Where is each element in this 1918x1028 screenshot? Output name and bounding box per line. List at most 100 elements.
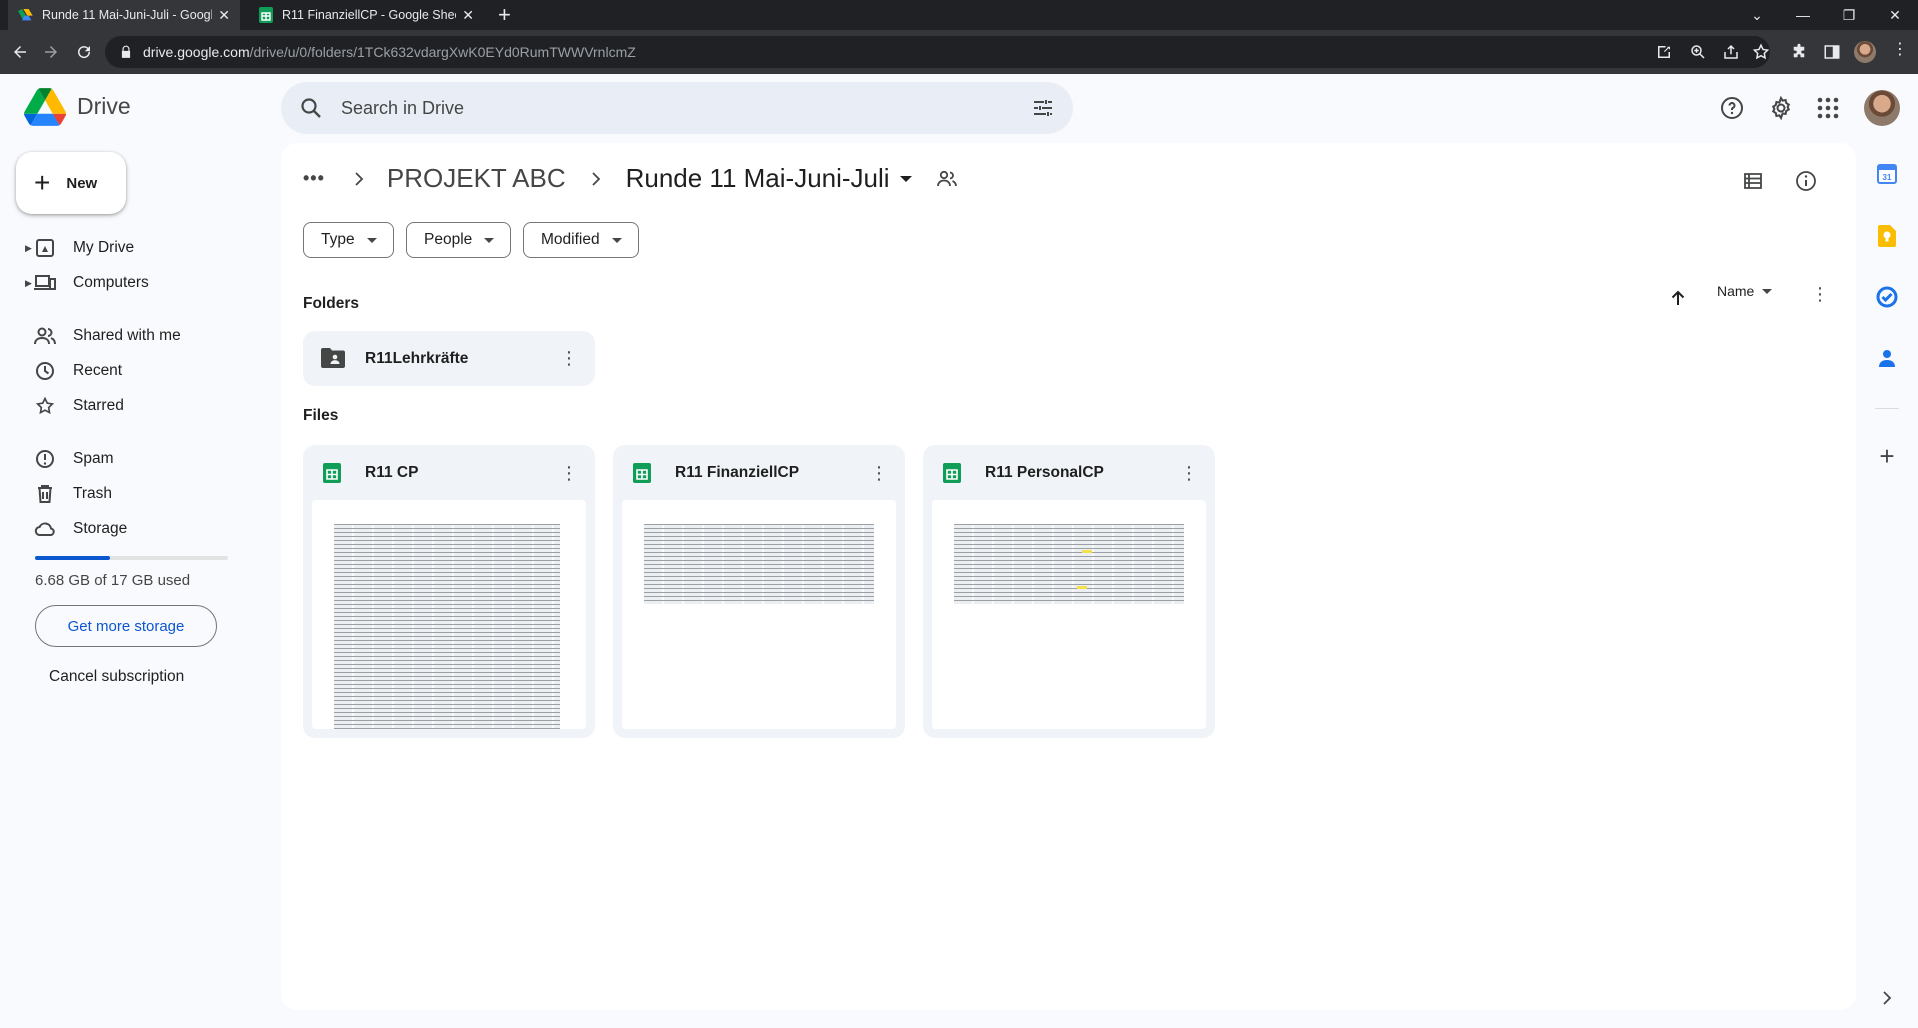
- share-icon[interactable]: [1722, 43, 1740, 61]
- spreadsheet-preview: [334, 524, 560, 729]
- tab-search-icon[interactable]: ⌄: [1734, 0, 1780, 30]
- svg-text:31: 31: [1883, 173, 1892, 182]
- people-filter-chip[interactable]: People: [406, 222, 512, 258]
- sort-direction-arrow-icon[interactable]: [1669, 289, 1687, 307]
- type-filter-chip[interactable]: Type: [303, 222, 394, 258]
- file-name: R11 PersonalCP: [985, 464, 1104, 481]
- folder-more-options-icon[interactable]: ⋮: [557, 346, 581, 370]
- get-more-storage-button[interactable]: Get more storage: [35, 605, 217, 647]
- storage-used-text: 6.68 GB of 17 GB used: [35, 572, 191, 589]
- modified-filter-chip[interactable]: Modified: [523, 222, 639, 258]
- sidebar-item-storage[interactable]: Storage: [0, 513, 270, 545]
- expand-caret-icon[interactable]: ▶: [25, 243, 32, 254]
- dropdown-caret-icon: [484, 237, 495, 243]
- sheets-icon: [633, 463, 651, 483]
- back-icon[interactable]: [6, 38, 34, 66]
- close-tab-icon[interactable]: ✕: [218, 7, 230, 24]
- shared-folder-people-icon[interactable]: [936, 169, 958, 189]
- new-tab-icon[interactable]: +: [498, 2, 511, 28]
- storage-meter-fill: [35, 556, 111, 560]
- browser-tab-sheets[interactable]: R11 FinanziellCP - Google Sheet ✕: [248, 0, 484, 30]
- list-view-icon[interactable]: [1743, 171, 1763, 191]
- shared-icon: [34, 325, 56, 347]
- sidebar-item-label: Computers: [73, 274, 149, 291]
- spam-icon: [34, 448, 56, 470]
- file-card[interactable]: R11 CP ⋮: [303, 445, 595, 738]
- account-avatar[interactable]: [1864, 90, 1900, 126]
- more-options-icon[interactable]: ⋮: [1811, 285, 1829, 303]
- sidebar-item-recent[interactable]: Recent: [0, 355, 270, 387]
- browser-toolbar: drive.google.com/drive/u/0/folders/1TCk6…: [0, 30, 1918, 74]
- plus-icon: +: [34, 167, 51, 198]
- side-panel-icon[interactable]: [1823, 43, 1841, 61]
- file-thumbnail: [312, 500, 586, 729]
- search-bar[interactable]: [281, 82, 1073, 134]
- sidebar-item-label: Trash: [73, 485, 113, 502]
- file-card[interactable]: R11 FinanziellCP ⋮: [613, 445, 905, 738]
- url-domain: drive.google.com: [143, 44, 250, 60]
- search-options-icon[interactable]: [1031, 96, 1055, 120]
- files-heading: Files: [303, 407, 339, 424]
- browser-menu-icon[interactable]: ⋮: [1892, 42, 1908, 58]
- folder-menu-caret-icon[interactable]: [899, 175, 912, 182]
- breadcrumb-current-folder[interactable]: Runde 11 Mai-Juni-Juli: [626, 163, 890, 194]
- search-icon[interactable]: [299, 96, 323, 120]
- close-tab-icon[interactable]: ✕: [462, 7, 474, 24]
- trash-icon: [34, 483, 56, 505]
- zoom-icon[interactable]: [1689, 43, 1707, 61]
- new-button[interactable]: + New: [16, 152, 126, 214]
- folder-name: R11Lehrkräfte: [365, 350, 469, 367]
- file-more-options-icon[interactable]: ⋮: [557, 461, 581, 485]
- sidebar-item-shared-with-me[interactable]: Shared with me: [0, 320, 270, 352]
- file-card[interactable]: R11 PersonalCP ⋮: [923, 445, 1215, 738]
- browser-tab-strip: Runde 11 Mai-Juni-Juli - Google ✕ R11 Fi…: [0, 0, 1918, 30]
- file-more-options-icon[interactable]: ⋮: [1177, 461, 1201, 485]
- browser-profile-avatar[interactable]: [1854, 41, 1876, 63]
- browser-tab-drive[interactable]: Runde 11 Mai-Juni-Juli - Google ✕: [8, 0, 240, 30]
- keep-icon[interactable]: [1875, 224, 1899, 248]
- sidebar-item-computers[interactable]: ▶ Computers: [0, 267, 270, 299]
- tasks-icon[interactable]: [1875, 285, 1899, 309]
- shared-folder-icon: [321, 348, 345, 368]
- address-bar[interactable]: drive.google.com/drive/u/0/folders/1TCk6…: [105, 36, 1770, 68]
- file-more-options-icon[interactable]: ⋮: [867, 461, 891, 485]
- get-add-ons-plus-icon[interactable]: +: [1875, 441, 1899, 471]
- install-app-icon[interactable]: [1655, 43, 1673, 61]
- sidebar-item-spam[interactable]: Spam: [0, 443, 270, 475]
- sidebar-item-trash[interactable]: Trash: [0, 478, 270, 510]
- forward-icon[interactable]: [37, 38, 65, 66]
- sidebar-item-label: My Drive: [73, 239, 135, 256]
- storage-meter: [35, 556, 228, 560]
- sidebar-item-label: Recent: [73, 362, 123, 379]
- file-thumbnail: [932, 500, 1206, 729]
- calendar-icon[interactable]: 31: [1875, 162, 1899, 186]
- cloud-icon: [34, 518, 56, 540]
- sort-by-name-button[interactable]: Name: [1717, 283, 1773, 299]
- dropdown-caret-icon: [1762, 288, 1773, 294]
- extensions-icon[interactable]: [1790, 43, 1808, 61]
- clock-icon: [34, 360, 56, 382]
- restore-icon[interactable]: ❐: [1826, 0, 1872, 30]
- settings-gear-icon[interactable]: [1767, 94, 1795, 122]
- chevron-right-icon: [591, 171, 600, 186]
- reload-icon[interactable]: [70, 38, 98, 66]
- contacts-icon[interactable]: [1875, 346, 1899, 370]
- apps-grid-icon[interactable]: [1814, 94, 1842, 122]
- help-icon[interactable]: [1718, 94, 1746, 122]
- details-info-icon[interactable]: [1795, 170, 1817, 192]
- sort-label: Name: [1717, 283, 1755, 299]
- breadcrumb-parent-folder[interactable]: PROJEKT ABC: [387, 163, 566, 194]
- bookmark-star-icon[interactable]: [1752, 43, 1770, 61]
- minimize-icon[interactable]: —: [1780, 0, 1826, 30]
- search-input[interactable]: [341, 82, 991, 134]
- sidebar-item-my-drive[interactable]: ▶ My Drive: [0, 232, 270, 264]
- star-icon: [34, 395, 56, 417]
- dropdown-caret-icon: [366, 237, 377, 243]
- cancel-subscription-link[interactable]: Cancel subscription: [49, 668, 184, 686]
- hide-side-panel-chevron-icon[interactable]: [1875, 986, 1899, 1010]
- sidebar-item-starred[interactable]: Starred: [0, 390, 270, 422]
- expand-caret-icon[interactable]: ▶: [25, 278, 32, 289]
- breadcrumb-overflow-button[interactable]: •••: [297, 164, 331, 193]
- folder-card[interactable]: R11Lehrkräfte ⋮: [303, 331, 595, 386]
- close-window-icon[interactable]: ✕: [1872, 0, 1918, 30]
